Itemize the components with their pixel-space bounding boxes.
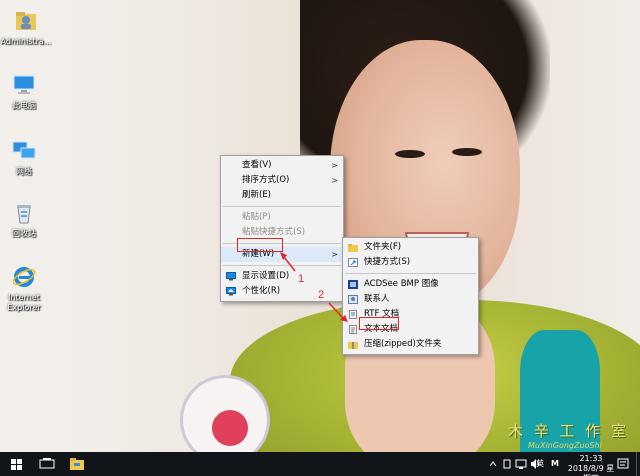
- submenu-item-label: ACDSee BMP 图像: [364, 279, 439, 289]
- show-hidden-icons-button[interactable]: [487, 452, 499, 476]
- menu-item-view[interactable]: 查看(V) >: [221, 158, 343, 173]
- desktop-icon-internet-explorer[interactable]: Internet Explorer: [0, 264, 54, 313]
- folder-icon: [348, 244, 358, 252]
- chevron-right-icon: >: [331, 250, 338, 259]
- action-center-button[interactable]: [616, 452, 630, 476]
- desktop-icon-label: Administra...: [0, 37, 52, 46]
- clock-time: 21:33: [579, 454, 603, 463]
- menu-item-paste-shortcut[interactable]: 粘贴快捷方式(S): [221, 225, 343, 240]
- menu-item-refresh[interactable]: 刷新(E): [221, 188, 343, 203]
- menu-item-paste[interactable]: 粘贴(P): [221, 210, 343, 225]
- submenu-item-shortcut[interactable]: 快捷方式(S): [343, 255, 478, 270]
- menu-item-label: 个性化(R): [242, 286, 281, 296]
- submenu-item-label: 压缩(zipped)文件夹: [364, 339, 442, 349]
- taskbar: 英 M 21:33 2018/8/9 星期四: [0, 452, 640, 476]
- user-folder-icon: [16, 12, 36, 30]
- clock-date: 2018/8/9 星期四: [567, 464, 615, 476]
- menu-item-personalize[interactable]: 个性化(R): [221, 284, 343, 299]
- ime-language-indicator[interactable]: 英: [533, 452, 547, 476]
- annotation-step-2: 2: [318, 289, 325, 301]
- menu-item-new[interactable]: 新建(W) >: [221, 247, 343, 262]
- desktop-icon-this-pc[interactable]: 此电脑: [0, 72, 54, 111]
- menu-item-sort-by[interactable]: 排序方式(O) >: [221, 173, 343, 188]
- desktop-icon-label: Internet: [8, 293, 40, 302]
- desktop-icon-administrator[interactable]: Administra...: [0, 8, 56, 47]
- menu-item-label: 粘贴(P): [242, 212, 271, 222]
- submenu-item-label: RTF 文档: [364, 309, 400, 319]
- network-status-icon: [515, 459, 527, 469]
- submenu-item-folder[interactable]: 文件夹(F): [343, 240, 478, 255]
- submenu-item-text-document[interactable]: 文本文档: [343, 322, 478, 337]
- submenu-item-label: 快捷方式(S): [364, 257, 411, 267]
- ime-mode-indicator[interactable]: M: [549, 452, 561, 476]
- recycle-bin-icon: [17, 205, 31, 224]
- internet-explorer-icon: [12, 267, 36, 287]
- zip-folder-icon: [348, 342, 358, 349]
- desktop-icon-label: 此电脑: [12, 101, 36, 110]
- text-document-icon: [349, 325, 357, 334]
- task-view-button[interactable]: [32, 452, 62, 476]
- desktop-icon-recycle-bin[interactable]: 回收站: [0, 200, 54, 239]
- personalize-icon: [226, 287, 236, 296]
- chevron-right-icon: >: [331, 161, 338, 170]
- chevron-up-icon: [489, 461, 497, 467]
- submenu-item-acdsee-bmp[interactable]: ACDSee BMP 图像: [343, 277, 478, 292]
- new-submenu: 文件夹(F) 快捷方式(S) ACDSee BMP 图像 联系人 RTF 文档 …: [342, 237, 479, 355]
- watermark-subtext: MuXinGongZuoShi: [528, 441, 602, 450]
- show-desktop-button[interactable]: [636, 452, 640, 476]
- desktop-icon-label: 网络: [16, 167, 32, 176]
- start-button[interactable]: [2, 452, 32, 476]
- menu-separator: [345, 273, 476, 274]
- wallpaper-eye-right: [452, 148, 482, 156]
- menu-item-label: 新建(W): [242, 249, 275, 259]
- desktop-context-menu: 查看(V) > 排序方式(O) > 刷新(E) 粘贴(P) 粘贴快捷方式(S) …: [220, 155, 344, 302]
- file-explorer-button[interactable]: [62, 452, 92, 476]
- submenu-item-rtf-document[interactable]: RTF 文档: [343, 307, 478, 322]
- file-explorer-icon: [70, 458, 84, 470]
- wallpaper-eye-left: [395, 150, 425, 158]
- submenu-item-label: 文件夹(F): [364, 242, 402, 252]
- menu-separator: [223, 243, 341, 244]
- windows-logo-icon: [11, 459, 22, 470]
- tray-network-button[interactable]: [515, 452, 527, 476]
- annotation-step-1: 1: [298, 273, 305, 285]
- desktop-icon-label-line2: Explorer: [7, 303, 41, 312]
- submenu-item-label: 文本文档: [364, 324, 399, 334]
- usb-device-icon: [503, 459, 511, 469]
- desktop-icon-network[interactable]: 网络: [0, 138, 54, 177]
- submenu-item-contact[interactable]: 联系人: [343, 292, 478, 307]
- menu-item-label: 查看(V): [242, 160, 272, 170]
- computer-icon: [13, 75, 35, 94]
- notification-icon: [617, 458, 629, 469]
- menu-item-label: 粘贴快捷方式(S): [242, 227, 306, 237]
- menu-item-label: 排序方式(O): [242, 175, 290, 185]
- task-view-icon: [39, 458, 55, 469]
- menu-separator: [223, 206, 341, 207]
- desktop-icon-label: 回收站: [12, 229, 36, 238]
- menu-item-display-settings[interactable]: 显示设置(D): [221, 269, 343, 284]
- chevron-right-icon: >: [331, 176, 338, 185]
- menu-item-label: 刷新(E): [242, 190, 272, 200]
- watermark-text: 木 辛 工 作 室: [508, 422, 630, 440]
- display-settings-icon: [226, 272, 236, 281]
- shortcut-icon: [348, 258, 358, 267]
- network-icon: [12, 141, 36, 159]
- contact-icon: [348, 295, 358, 304]
- rtf-document-icon: [349, 310, 357, 319]
- bmp-image-icon: [348, 280, 358, 289]
- tray-usb-button[interactable]: [501, 452, 513, 476]
- wallpaper-badge-logo: [212, 410, 248, 446]
- taskbar-clock[interactable]: 21:33 2018/8/9 星期四: [566, 454, 616, 476]
- submenu-item-label: 联系人: [364, 294, 390, 304]
- menu-separator: [223, 265, 341, 266]
- menu-item-label: 显示设置(D): [242, 271, 290, 281]
- submenu-item-zip-folder[interactable]: 压缩(zipped)文件夹: [343, 337, 478, 352]
